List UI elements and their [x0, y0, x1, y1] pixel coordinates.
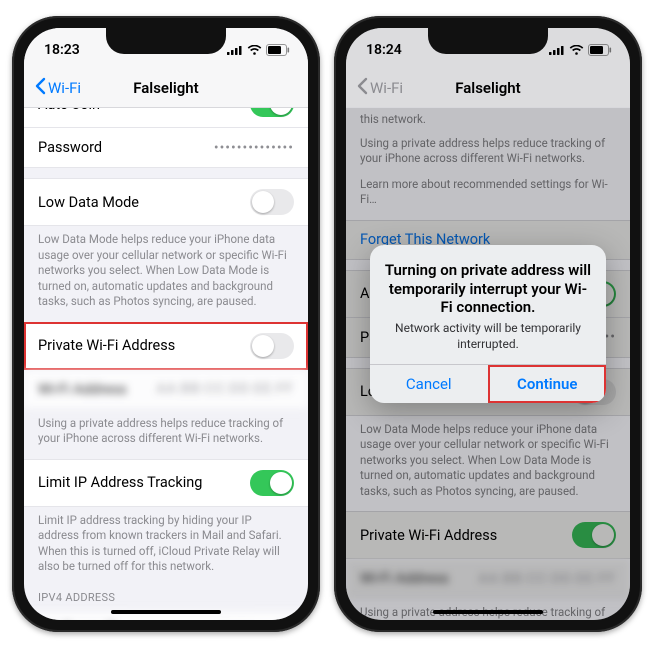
limit-tracking-row[interactable]: Limit IP Address Tracking	[24, 459, 308, 507]
page-title: Falselight	[455, 79, 520, 97]
low-data-footer: Low Data Mode helps reduce your iPhone d…	[24, 226, 308, 312]
wifi-icon	[569, 45, 584, 56]
low-data-row[interactable]: Low Data Mode	[24, 178, 308, 226]
wifi-address-label: Wi-Fi Address	[38, 381, 127, 398]
status-indicators	[549, 44, 612, 56]
cellular-icon	[549, 45, 565, 55]
wifi-icon	[247, 45, 262, 56]
alert-title: Turning on private address will temporar…	[384, 261, 592, 317]
settings-list[interactable]: Auto-Join Password •••••••••••••• Low Da…	[24, 108, 308, 620]
phone-left: 18:23 Wi-Fi Falselight	[12, 16, 320, 632]
home-indicator[interactable]	[433, 610, 543, 614]
password-label: Password	[38, 139, 102, 156]
wifi-address-value: AA:BB:CC:DD:EE:FF	[156, 381, 294, 397]
notch	[428, 28, 548, 54]
limit-tracking-label: Limit IP Address Tracking	[38, 474, 202, 491]
battery-icon	[588, 44, 612, 56]
low-data-toggle[interactable]	[250, 189, 294, 215]
notch	[106, 28, 226, 54]
back-label: Wi-Fi	[370, 79, 403, 97]
modal-overlay: Turning on private address will temporar…	[346, 28, 630, 620]
back-button[interactable]: Wi-Fi	[352, 68, 407, 107]
chevron-left-icon	[34, 77, 46, 99]
cellular-icon	[227, 45, 243, 55]
auto-join-toggle[interactable]	[250, 108, 294, 117]
battery-icon	[266, 44, 290, 56]
auto-join-label: Auto-Join	[38, 108, 100, 113]
limit-tracking-footer: Limit IP address tracking by hiding your…	[24, 507, 308, 577]
nav-bar: Wi-Fi Falselight	[24, 68, 308, 108]
alert-message: Network activity will be temporarily int…	[384, 321, 592, 352]
continue-button[interactable]: Continue	[488, 365, 607, 403]
private-address-footer: Using a private address helps reduce tra…	[24, 410, 308, 449]
private-address-label: Private Wi-Fi Address	[38, 337, 175, 354]
home-indicator[interactable]	[111, 610, 221, 614]
screen-right: 18:24 Wi-Fi Falselight	[346, 28, 630, 620]
alert-dialog: Turning on private address will temporar…	[370, 245, 606, 403]
cancel-button[interactable]: Cancel	[370, 365, 488, 403]
password-value: ••••••••••••••	[214, 140, 294, 156]
ipv4-header: IPV4 ADDRESS	[24, 577, 308, 608]
chevron-left-icon	[356, 77, 368, 99]
private-address-toggle[interactable]	[250, 333, 294, 359]
status-time: 18:24	[366, 42, 402, 58]
password-row[interactable]: Password ••••••••••••••	[24, 128, 308, 168]
low-data-label: Low Data Mode	[38, 194, 139, 211]
status-time: 18:23	[44, 42, 80, 58]
page-title: Falselight	[133, 79, 198, 97]
wifi-address-row[interactable]: Wi-Fi Address AA:BB:CC:DD:EE:FF	[24, 370, 308, 410]
back-button[interactable]: Wi-Fi	[30, 68, 85, 107]
status-indicators	[227, 44, 290, 56]
auto-join-row[interactable]: Auto-Join	[24, 108, 308, 128]
limit-tracking-toggle[interactable]	[250, 470, 294, 496]
phone-right: 18:24 Wi-Fi Falselight	[334, 16, 642, 632]
nav-bar: Wi-Fi Falselight	[346, 68, 630, 108]
screen-left: 18:23 Wi-Fi Falselight	[24, 28, 308, 620]
private-address-row[interactable]: Private Wi-Fi Address	[24, 322, 308, 370]
back-label: Wi-Fi	[48, 79, 81, 97]
